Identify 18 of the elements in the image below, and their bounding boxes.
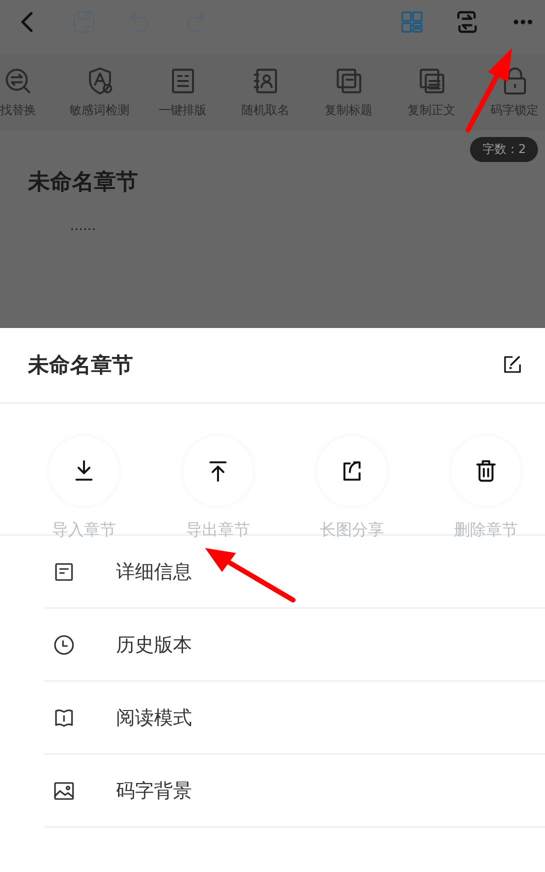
chapter-title[interactable]: 未命名章节 [28,167,138,197]
menu-item[interactable]: 码字背景 [44,755,545,828]
more-icon [511,19,535,25]
menu-item[interactable]: 历史版本 [44,609,545,682]
chapter-body[interactable]: …… [70,219,517,234]
grid-icon [399,9,425,35]
tool-button[interactable]: 找替换 [0,66,58,119]
tool-button[interactable]: 码字锁定 [473,66,545,119]
tool-button[interactable]: 敏感词检测 [58,66,141,119]
tool-button[interactable]: 一键排版 [141,66,224,119]
sheet-title: 未命名章节 [28,352,133,379]
clock-icon [52,632,76,656]
word-count: 字数：2 [470,137,538,162]
tool-button[interactable]: 随机取名 [224,66,307,119]
menu-item[interactable]: 阅读模式 [44,682,545,755]
replace-icon [3,66,33,96]
tool-button[interactable]: 复制正文 [390,66,473,119]
tool-button[interactable]: 复制标题 [307,66,390,119]
